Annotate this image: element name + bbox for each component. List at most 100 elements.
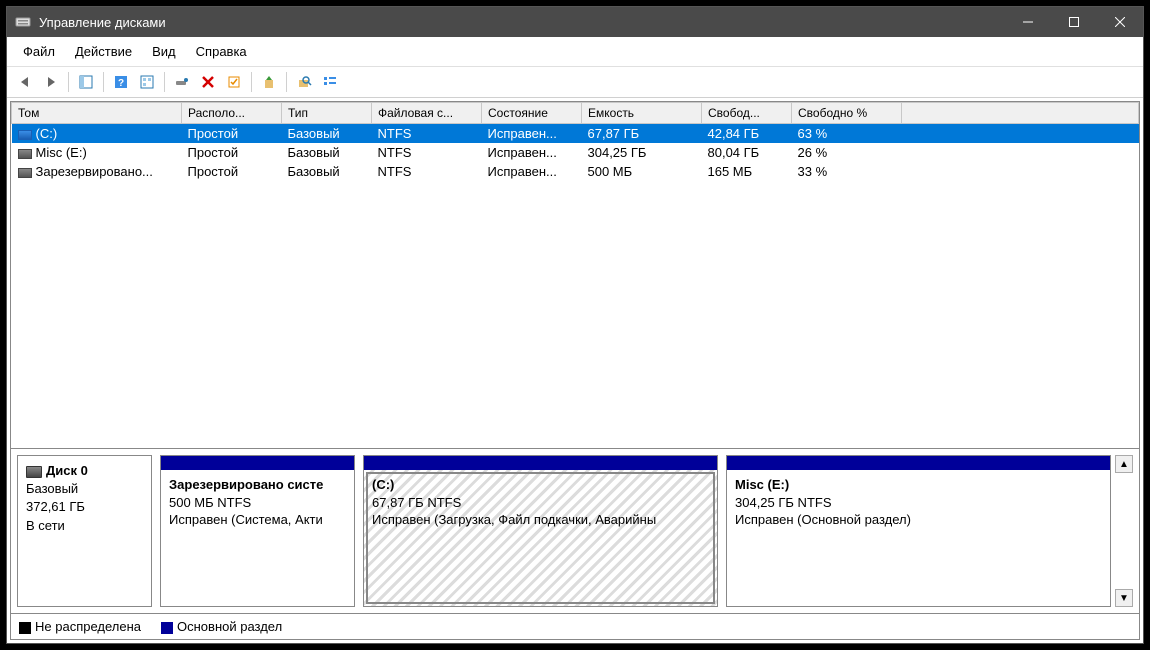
menu-action[interactable]: Действие <box>65 41 142 62</box>
svg-text:?: ? <box>118 78 124 89</box>
maximize-button[interactable] <box>1051 7 1097 37</box>
partition-box[interactable]: Misc (E:) 304,25 ГБ NTFS Исправен (Основ… <box>726 455 1111 607</box>
partition-body: Зарезервировано систе 500 МБ NTFS Исправ… <box>161 470 354 606</box>
volume-icon <box>18 149 32 159</box>
volume-pct: 26 % <box>792 143 902 162</box>
volume-status: Исправен... <box>482 162 582 181</box>
legend-label: Не распределена <box>35 619 141 634</box>
disk-name: Диск 0 <box>46 463 88 478</box>
disk-online: В сети <box>26 517 143 535</box>
volume-name: Зарезервировано... <box>36 164 153 179</box>
toolbar-separator <box>68 72 69 92</box>
window-title: Управление дисками <box>39 15 1005 30</box>
close-button[interactable] <box>1097 7 1143 37</box>
volume-type: Базовый <box>282 143 372 162</box>
col-free[interactable]: Свобод... <box>702 103 792 124</box>
col-type[interactable]: Тип <box>282 103 372 124</box>
forward-button[interactable] <box>39 70 63 94</box>
titlebar: Управление дисками <box>7 7 1143 37</box>
volume-type: Базовый <box>282 162 372 181</box>
volume-name: Misc (E:) <box>36 145 87 160</box>
volume-pct: 33 % <box>792 162 902 181</box>
volume-layout: Простой <box>182 124 282 144</box>
partition-size: 500 МБ NTFS <box>169 495 251 510</box>
legend-label: Основной раздел <box>177 619 282 634</box>
partition-stripe <box>364 456 717 470</box>
partition-status: Исправен (Загрузка, Файл подкачки, Авари… <box>372 512 656 527</box>
partitions-row: Зарезервировано систе 500 МБ NTFS Исправ… <box>160 455 1111 607</box>
volume-free: 42,84 ГБ <box>702 124 792 144</box>
delete-button[interactable] <box>196 70 220 94</box>
volume-list-pane: Том Располо... Тип Файловая с... Состоян… <box>11 102 1139 448</box>
volume-status: Исправен... <box>482 124 582 144</box>
partition-body: Misc (E:) 304,25 ГБ NTFS Исправен (Основ… <box>727 470 1110 606</box>
table-row[interactable]: Зарезервировано... Простой Базовый NTFS … <box>12 162 1139 181</box>
partition-status: Исправен (Основной раздел) <box>735 512 911 527</box>
legend-item-unallocated: Не распределена <box>19 619 141 634</box>
toolbar: ? <box>7 67 1143 98</box>
legend: Не распределена Основной раздел <box>11 613 1139 639</box>
partition-title: Misc (E:) <box>735 477 789 492</box>
volume-type: Базовый <box>282 124 372 144</box>
partition-title: (C:) <box>372 477 394 492</box>
menu-file[interactable]: Файл <box>13 41 65 62</box>
volumes-table: Том Располо... Тип Файловая с... Состоян… <box>11 102 1139 181</box>
settings-button[interactable] <box>170 70 194 94</box>
scroll-arrows: ▲ ▼ <box>1115 455 1133 607</box>
legend-swatch-navy <box>161 622 173 634</box>
partition-body: (C:) 67,87 ГБ NTFS Исправен (Загрузка, Ф… <box>364 470 717 606</box>
volume-capacity: 67,87 ГБ <box>582 124 702 144</box>
menu-view[interactable]: Вид <box>142 41 186 62</box>
col-capacity[interactable]: Емкость <box>582 103 702 124</box>
volume-capacity: 500 МБ <box>582 162 702 181</box>
disk-size: 372,61 ГБ <box>26 498 143 516</box>
volume-fs: NTFS <box>372 124 482 144</box>
partition-stripe <box>161 456 354 470</box>
col-status[interactable]: Состояние <box>482 103 582 124</box>
minimize-button[interactable] <box>1005 7 1051 37</box>
menubar: Файл Действие Вид Справка <box>7 37 1143 67</box>
legend-item-primary: Основной раздел <box>161 619 282 634</box>
volume-status: Исправен... <box>482 143 582 162</box>
help-button[interactable]: ? <box>109 70 133 94</box>
find-button[interactable] <box>292 70 316 94</box>
table-row[interactable]: Misc (E:) Простой Базовый NTFS Исправен.… <box>12 143 1139 162</box>
partition-box[interactable]: (C:) 67,87 ГБ NTFS Исправен (Загрузка, Ф… <box>363 455 718 607</box>
volume-icon <box>18 130 32 140</box>
col-free-percent[interactable]: Свободно % <box>792 103 902 124</box>
disk-type: Базовый <box>26 480 143 498</box>
volume-layout: Простой <box>182 162 282 181</box>
toolbar-separator <box>103 72 104 92</box>
volume-capacity: 304,25 ГБ <box>582 143 702 162</box>
partition-size: 67,87 ГБ NTFS <box>372 495 461 510</box>
partition-box[interactable]: Зарезервировано систе 500 МБ NTFS Исправ… <box>160 455 355 607</box>
col-spacer <box>902 103 1139 124</box>
col-filesystem[interactable]: Файловая с... <box>372 103 482 124</box>
refresh-button[interactable] <box>135 70 159 94</box>
properties-button[interactable] <box>222 70 246 94</box>
content-area: Том Располо... Тип Файловая с... Состоян… <box>10 101 1140 640</box>
toolbar-separator <box>251 72 252 92</box>
partition-title: Зарезервировано систе <box>169 477 323 492</box>
table-row[interactable]: (C:) Простой Базовый NTFS Исправен... 67… <box>12 124 1139 144</box>
col-volume[interactable]: Том <box>12 103 182 124</box>
back-button[interactable] <box>13 70 37 94</box>
volume-name: (C:) <box>36 126 58 141</box>
graphical-view: Диск 0 Базовый 372,61 ГБ В сети Зарезерв… <box>11 448 1139 613</box>
app-window: Управление дисками Файл Действие Вид Спр… <box>6 6 1144 644</box>
volume-fs: NTFS <box>372 143 482 162</box>
scroll-down-button[interactable]: ▼ <box>1115 589 1133 607</box>
toolbar-separator <box>164 72 165 92</box>
toolbar-separator <box>286 72 287 92</box>
list-button[interactable] <box>318 70 342 94</box>
export-button[interactable] <box>257 70 281 94</box>
disk-icon <box>26 466 42 478</box>
menu-help[interactable]: Справка <box>186 41 257 62</box>
partition-status: Исправен (Система, Акти <box>169 512 323 527</box>
show-hide-tree-button[interactable] <box>74 70 98 94</box>
volume-pct: 63 % <box>792 124 902 144</box>
disk-info-box[interactable]: Диск 0 Базовый 372,61 ГБ В сети <box>17 455 152 607</box>
scroll-up-button[interactable]: ▲ <box>1115 455 1133 473</box>
col-layout[interactable]: Располо... <box>182 103 282 124</box>
volume-fs: NTFS <box>372 162 482 181</box>
